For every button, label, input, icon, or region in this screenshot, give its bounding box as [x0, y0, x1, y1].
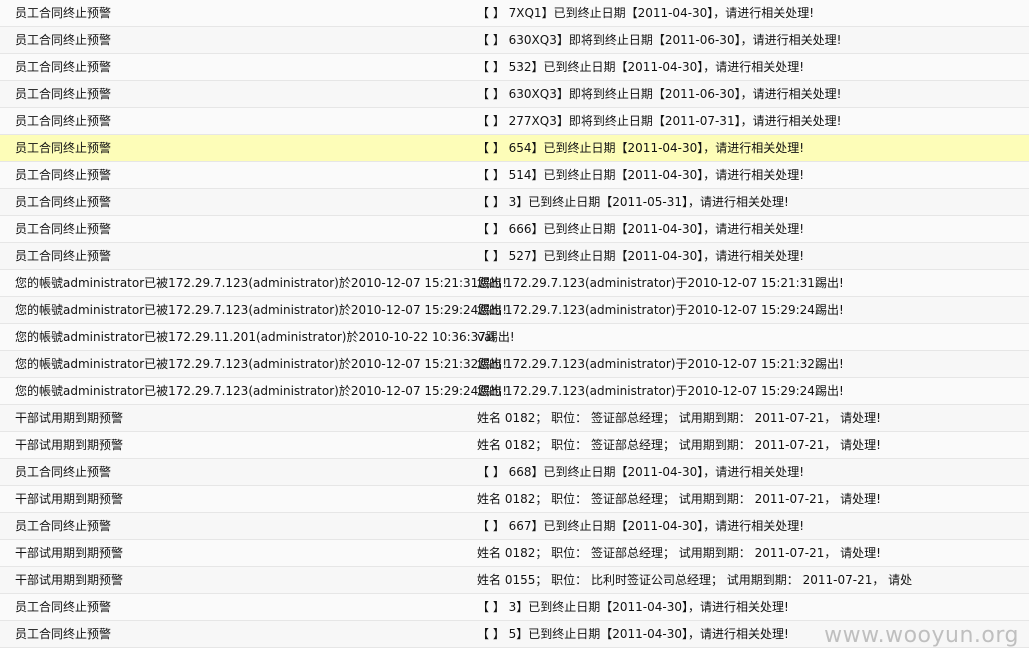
notification-title[interactable]: 干部试用期到期预警: [15, 486, 123, 512]
notification-row[interactable]: 干部试用期到期预警 姓名 0182； 职位： 签证部总经理； 试用期到期： 201…: [0, 540, 1029, 567]
notification-message: 【 】 5】已到终止日期【2011-04-30】，请进行相关处理!: [477, 627, 789, 641]
notification-message: 【 】 630XQ3】即将到终止日期【2011-06-30】，请进行相关处理!: [477, 87, 842, 101]
notification-title[interactable]: 员工合同终止预警: [15, 162, 111, 188]
notification-title[interactable]: 您的帳號administrator已被172.29.11.201(adminis…: [15, 324, 515, 350]
notification-title[interactable]: 员工合同终止预警: [15, 27, 111, 53]
notification-title[interactable]: 您的帳號administrator已被172.29.7.123(administ…: [15, 297, 507, 323]
notification-row[interactable]: 员工合同终止预警 【 】 3】已到终止日期【2011-05-31】，请进行相关处理…: [0, 189, 1029, 216]
notification-row[interactable]: 您的帳號administrator已被172.29.7.123(administ…: [0, 378, 1029, 405]
notification-row[interactable]: 您的帳號administrator已被172.29.7.123(administ…: [0, 270, 1029, 297]
notification-title[interactable]: 员工合同终止预警: [15, 459, 111, 485]
notification-row[interactable]: 员工合同终止预警 【 】 532】已到终止日期【2011-04-30】，请进行相关…: [0, 54, 1029, 81]
notification-title[interactable]: 员工合同终止预警: [15, 216, 111, 242]
watermark: www.wooyun.org: [824, 623, 1019, 648]
notification-message: 您的 172.29.7.123(administrator)于2010-12-0…: [477, 357, 844, 371]
notification-title[interactable]: 员工合同终止预警: [15, 54, 111, 80]
notification-list: 员工合同终止预警 【 】 7XQ1】已到终止日期【2011-04-30】，请进行相…: [0, 0, 1029, 648]
notification-message: 姓名 0182； 职位： 签证部总经理； 试用期到期： 2011-07-21， …: [477, 411, 881, 425]
notification-title[interactable]: 您的帳號administrator已被172.29.7.123(administ…: [15, 378, 507, 404]
notification-title[interactable]: 员工合同终止预警: [15, 594, 111, 620]
notification-title[interactable]: 干部试用期到期预警: [15, 432, 123, 458]
notification-row[interactable]: 员工合同终止预警 【 】 666】已到终止日期【2011-04-30】，请进行相关…: [0, 216, 1029, 243]
notification-message: 【 】 514】已到终止日期【2011-04-30】，请进行相关处理!: [477, 168, 805, 182]
notification-message: 姓名 0155； 职位： 比利时签证公司总经理； 试用期到期： 2011-07-…: [477, 573, 913, 587]
notification-message: 【 】 277XQ3】即将到终止日期【2011-07-31】，请进行相关处理!: [477, 114, 842, 128]
notification-message: 您的 172.29.7.123(administrator)于2010-12-0…: [477, 303, 844, 317]
notification-row[interactable]: 您的帳號administrator已被172.29.7.123(administ…: [0, 351, 1029, 378]
notification-title[interactable]: 干部试用期到期预警: [15, 567, 123, 593]
notification-message: 【 】 630XQ3】即将到终止日期【2011-06-30】，请进行相关处理!: [477, 33, 842, 47]
notification-message: 【 】 654】已到终止日期【2011-04-30】，请进行相关处理!: [477, 141, 805, 155]
notification-title[interactable]: 您的帳號administrator已被172.29.7.123(administ…: [15, 270, 507, 296]
notification-row[interactable]: 员工合同终止预警 【 】 668】已到终止日期【2011-04-30】，请进行相关…: [0, 459, 1029, 486]
notification-message: 【 】 3】已到终止日期【2011-04-30】，请进行相关处理!: [477, 600, 789, 614]
notification-message: 【 】 3】已到终止日期【2011-05-31】，请进行相关处理!: [477, 195, 789, 209]
notification-row[interactable]: 您的帳號administrator已被172.29.11.201(adminis…: [0, 324, 1029, 351]
notification-title[interactable]: 员工合同终止预警: [15, 621, 111, 647]
notification-title[interactable]: 员工合同终止预警: [15, 0, 111, 26]
notification-message: 【 】 532】已到终止日期【2011-04-30】，请进行相关处理!: [477, 60, 805, 74]
notification-row[interactable]: 干部试用期到期预警 姓名 0182； 职位： 签证部总经理； 试用期到期： 201…: [0, 405, 1029, 432]
notification-title[interactable]: 员工合同终止预警: [15, 108, 111, 134]
notification-title[interactable]: 员工合同终止预警: [15, 81, 111, 107]
notification-row[interactable]: 干部试用期到期预警 姓名 0155； 职位： 比利时签证公司总经理； 试用期到期：…: [0, 567, 1029, 594]
notification-row[interactable]: 员工合同终止预警 【 】 527】已到终止日期【2011-04-30】，请进行相关…: [0, 243, 1029, 270]
notification-message: 【 】 668】已到终止日期【2011-04-30】，请进行相关处理!: [477, 465, 805, 479]
notification-row[interactable]: 员工合同终止预警 【 】 3】已到终止日期【2011-04-30】，请进行相关处理…: [0, 594, 1029, 621]
notification-row[interactable]: 干部试用期到期预警 姓名 0182； 职位： 签证部总经理； 试用期到期： 201…: [0, 486, 1029, 513]
notification-row[interactable]: 员工合同终止预警 【 】 667】已到终止日期【2011-04-30】，请进行相关…: [0, 513, 1029, 540]
notification-message: 姓名 0182； 职位： 签证部总经理； 试用期到期： 2011-07-21， …: [477, 492, 881, 506]
notification-row[interactable]: 员工合同终止预警 【 】 630XQ3】即将到终止日期【2011-06-30】，请…: [0, 81, 1029, 108]
notification-message: val: [477, 330, 495, 344]
notification-title[interactable]: 员工合同终止预警: [15, 135, 111, 161]
notification-message: 【 】 527】已到终止日期【2011-04-30】，请进行相关处理!: [477, 249, 805, 263]
notification-row[interactable]: 员工合同终止预警 【 】 514】已到终止日期【2011-04-30】，请进行相关…: [0, 162, 1029, 189]
notification-title[interactable]: 员工合同终止预警: [15, 189, 111, 215]
notification-message: 【 】 666】已到终止日期【2011-04-30】，请进行相关处理!: [477, 222, 805, 236]
notification-row[interactable]: 员工合同终止预警 【 】 7XQ1】已到终止日期【2011-04-30】，请进行相…: [0, 0, 1029, 27]
notification-message: 您的 172.29.7.123(administrator)于2010-12-0…: [477, 276, 844, 290]
notification-row[interactable]: 员工合同终止预警 【 】 630XQ3】即将到终止日期【2011-06-30】，请…: [0, 27, 1029, 54]
notification-row[interactable]: 员工合同终止预警 【 】 654】已到终止日期【2011-04-30】，请进行相关…: [0, 135, 1029, 162]
notification-row[interactable]: 干部试用期到期预警 姓名 0182； 职位： 签证部总经理； 试用期到期： 201…: [0, 432, 1029, 459]
notification-title[interactable]: 您的帳號administrator已被172.29.7.123(administ…: [15, 351, 507, 377]
notification-message: 【 】 667】已到终止日期【2011-04-30】，请进行相关处理!: [477, 519, 805, 533]
notification-title[interactable]: 干部试用期到期预警: [15, 540, 123, 566]
notification-message: 姓名 0182； 职位： 签证部总经理； 试用期到期： 2011-07-21， …: [477, 438, 881, 452]
notification-title[interactable]: 员工合同终止预警: [15, 513, 111, 539]
notification-title[interactable]: 干部试用期到期预警: [15, 405, 123, 431]
notification-row[interactable]: 员工合同终止预警 【 】 277XQ3】即将到终止日期【2011-07-31】，请…: [0, 108, 1029, 135]
notification-message: 【 】 7XQ1】已到终止日期【2011-04-30】，请进行相关处理!: [477, 6, 815, 20]
notification-row[interactable]: 您的帳號administrator已被172.29.7.123(administ…: [0, 297, 1029, 324]
notification-message: 您的 172.29.7.123(administrator)于2010-12-0…: [477, 384, 844, 398]
notification-title[interactable]: 员工合同终止预警: [15, 243, 111, 269]
notification-message: 姓名 0182； 职位： 签证部总经理； 试用期到期： 2011-07-21， …: [477, 546, 881, 560]
